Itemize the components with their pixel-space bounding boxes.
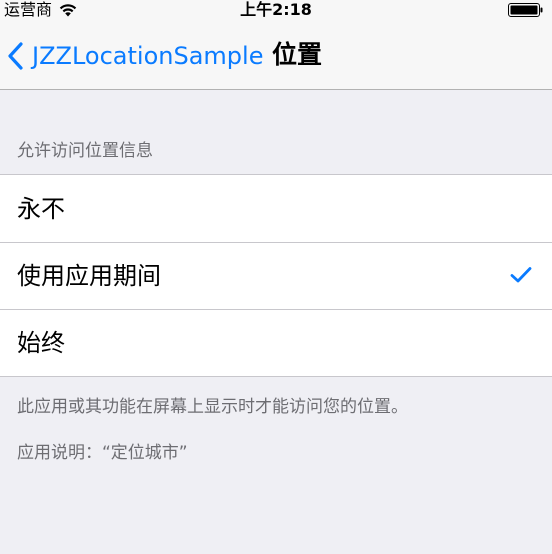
back-button-label: JZZLocationSample	[32, 42, 264, 70]
option-label: 始终	[17, 328, 65, 357]
option-label: 永不	[17, 194, 65, 223]
checkmark-icon	[510, 267, 532, 283]
option-label: 使用应用期间	[17, 261, 161, 290]
location-access-options: 永不 使用应用期间 始终	[0, 174, 552, 377]
option-never[interactable]: 永不	[0, 175, 552, 242]
option-while-using[interactable]: 使用应用期间	[0, 242, 552, 309]
status-time: 上午2:18	[240, 0, 312, 19]
page-title: 位置	[272, 40, 323, 69]
chevron-left-icon	[8, 42, 23, 70]
usage-description: 应用说明：“定位城市”	[17, 443, 188, 463]
section-header: 允许访问位置信息	[17, 141, 153, 161]
battery-icon	[508, 3, 543, 17]
back-button[interactable]: JZZLocationSample	[6, 40, 263, 72]
footer-note: 此应用或其功能在屏幕上显示时才能访问您的位置。	[17, 397, 408, 417]
navigation-bar: JZZLocationSample 位置	[0, 22, 552, 90]
option-always[interactable]: 始终	[0, 309, 552, 376]
status-bar: 运营商 上午2:18	[0, 0, 552, 22]
